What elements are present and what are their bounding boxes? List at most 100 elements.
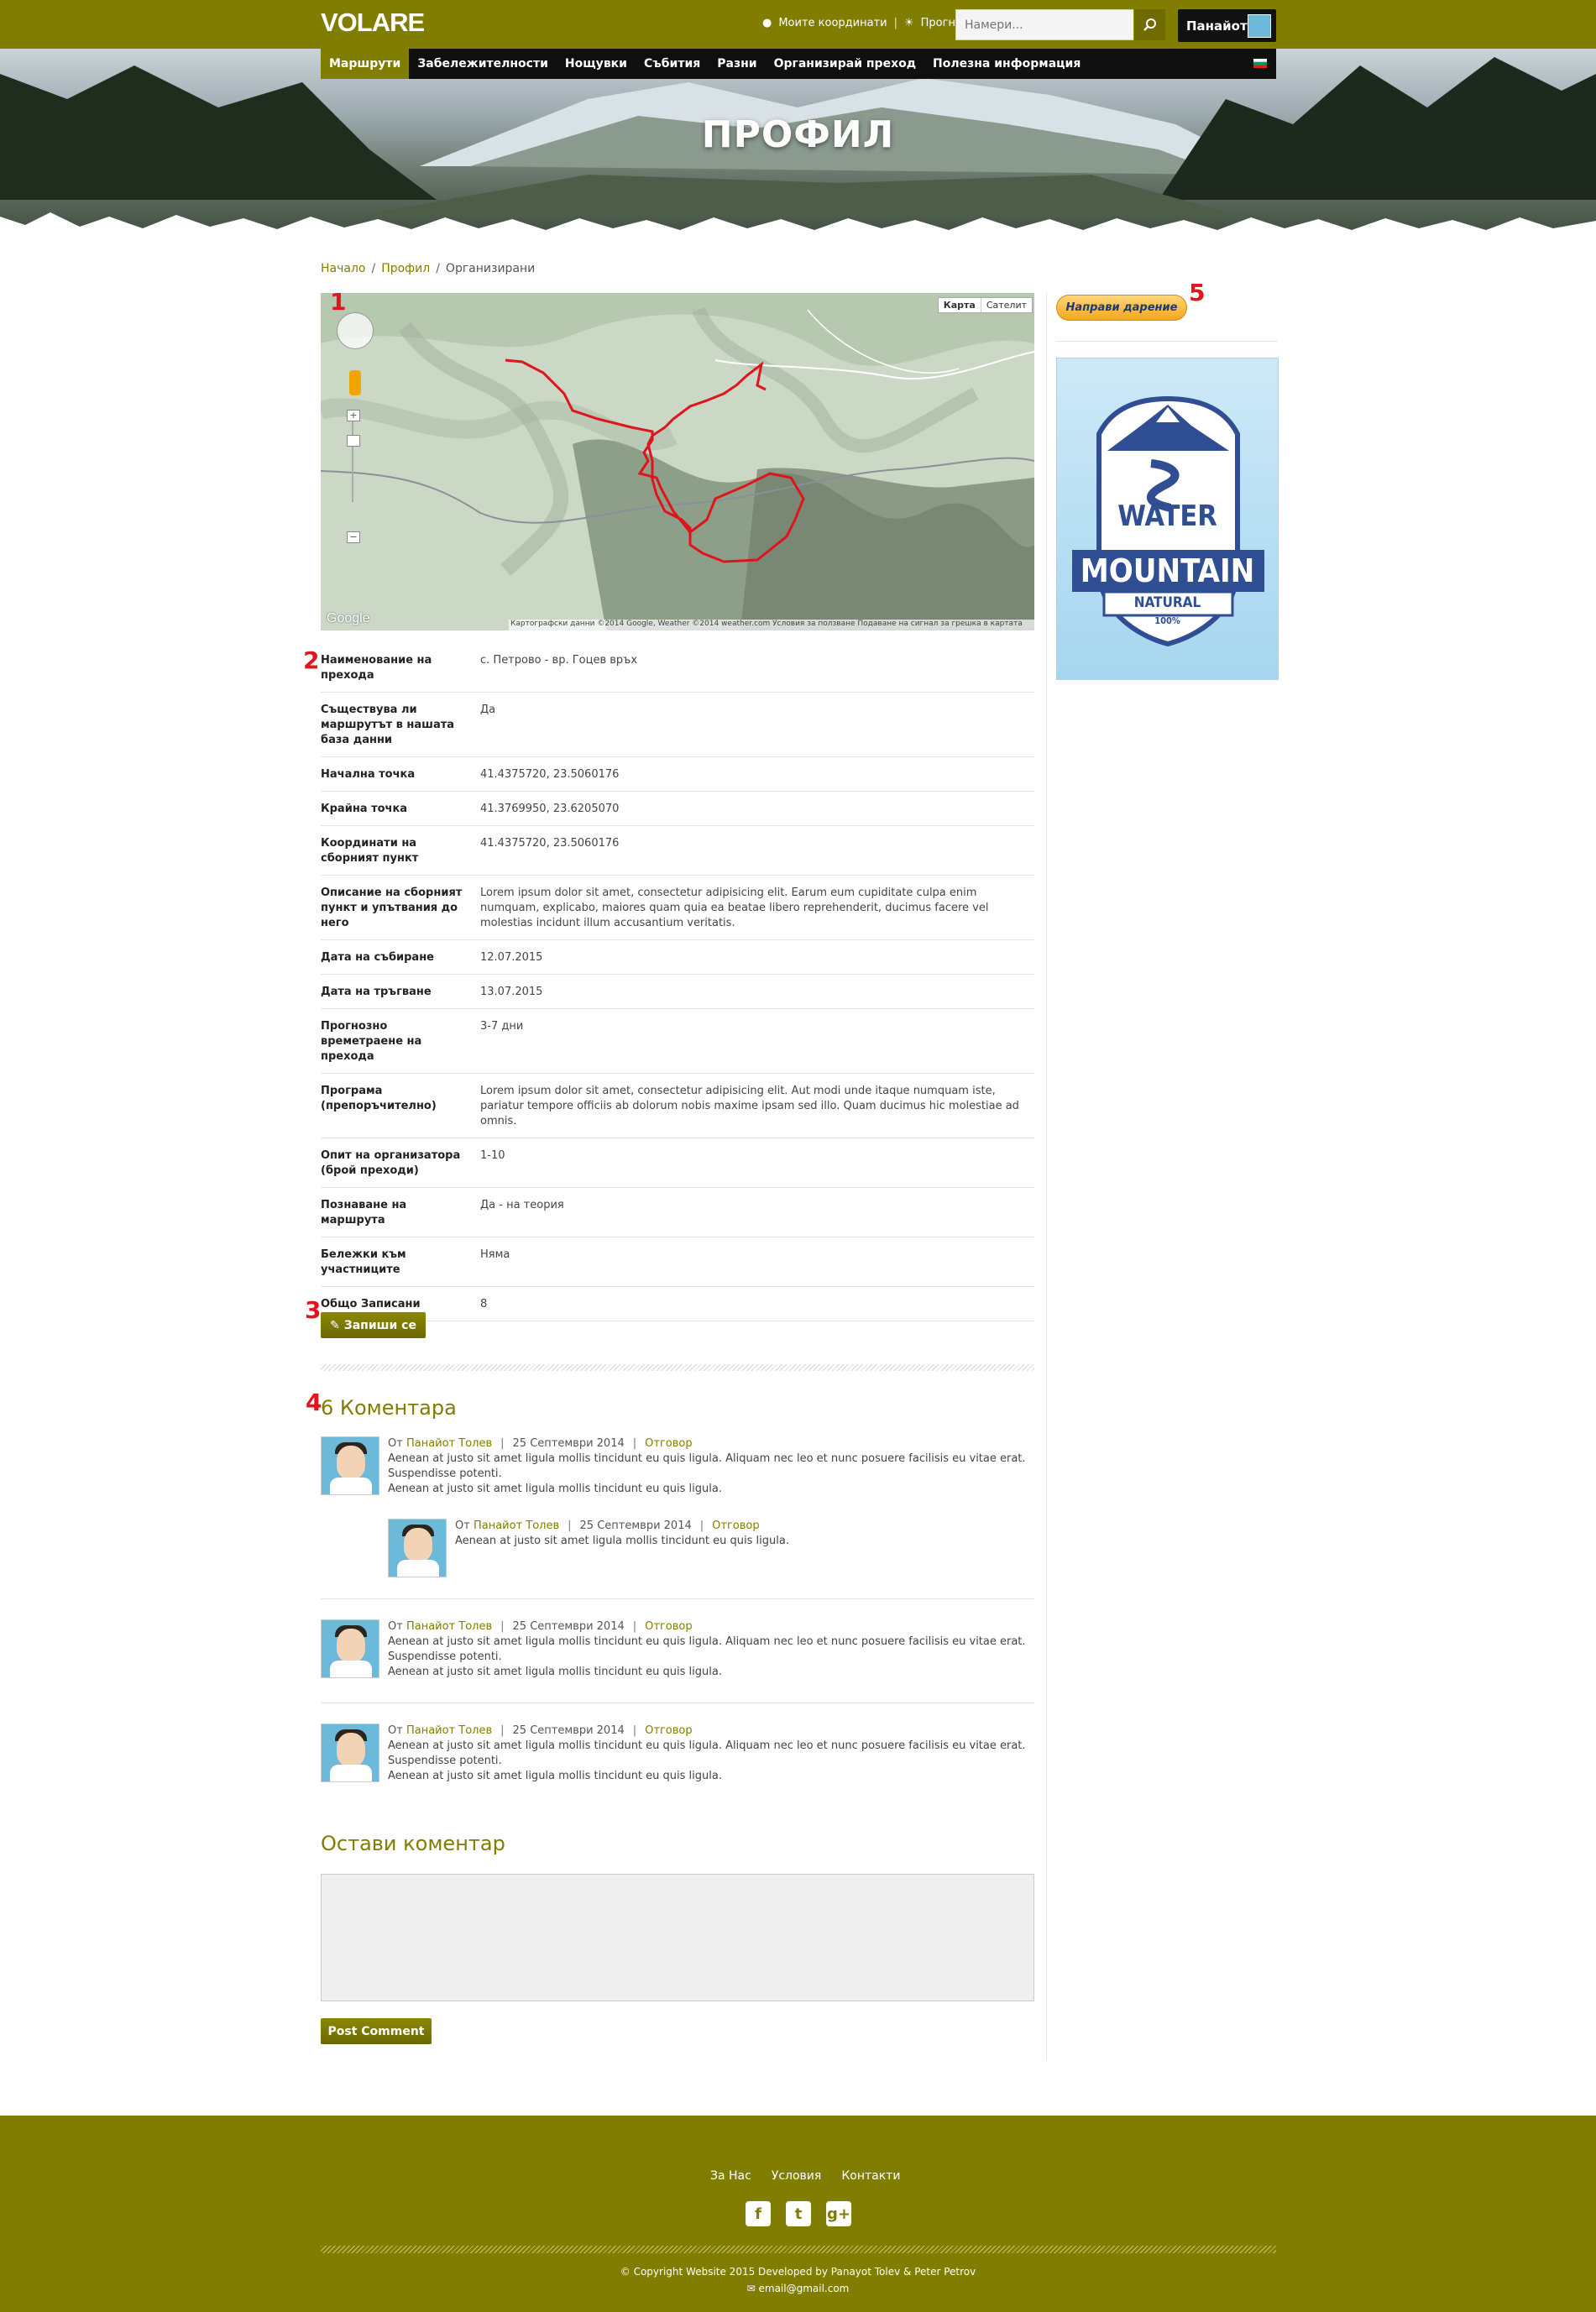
footer-link-about[interactable]: За Нас bbox=[710, 2169, 751, 2183]
comment-date: 25 Септември 2014 bbox=[512, 1437, 625, 1450]
nav-item-organize-trip[interactable]: Организирай преход bbox=[766, 49, 924, 79]
street-view-pegman-icon[interactable] bbox=[349, 370, 361, 395]
map-pan-control[interactable] bbox=[337, 312, 374, 349]
comment-author-link[interactable]: Панайот Толев bbox=[406, 1620, 492, 1633]
detail-label: Общо Записани bbox=[321, 1298, 421, 1310]
search-input[interactable] bbox=[956, 10, 1133, 39]
avatar bbox=[321, 1619, 379, 1678]
bulgarian-flag-icon[interactable] bbox=[1253, 59, 1267, 68]
avatar bbox=[321, 1724, 379, 1782]
detail-label: Начална точка bbox=[321, 768, 416, 781]
nav-item-misc[interactable]: Разни bbox=[709, 49, 765, 79]
comment-text: Aenean at justo sit amet ligula mollis t… bbox=[388, 1483, 722, 1495]
comment-author-link[interactable]: Панайот Толев bbox=[406, 1724, 492, 1737]
donate-button[interactable]: Направи дарение bbox=[1056, 295, 1187, 321]
facebook-icon[interactable]: f bbox=[746, 2201, 771, 2226]
breadcrumb-profile[interactable]: Профил bbox=[381, 262, 430, 275]
detail-value: 41.4375720, 23.5060176 bbox=[480, 768, 620, 781]
ad-text-percent: 100% bbox=[1154, 615, 1180, 626]
detail-row: Описание на сборният пункт и упътвания д… bbox=[321, 876, 1034, 940]
comment-by: От bbox=[455, 1520, 470, 1532]
post-comment-button[interactable]: Post Comment bbox=[321, 2018, 432, 2044]
comment-reply-link[interactable]: Отговор bbox=[645, 1724, 692, 1737]
footer-link-terms[interactable]: Условия bbox=[772, 2169, 822, 2183]
detail-value: 8 bbox=[480, 1298, 488, 1310]
nav-item-routes[interactable]: Маршрути bbox=[321, 49, 410, 79]
ad-text-natural: NATURAL bbox=[1133, 594, 1201, 611]
google-logo[interactable]: Google bbox=[327, 611, 370, 626]
ad-text-water: WATER bbox=[1117, 500, 1217, 533]
map-type-map[interactable]: Карта bbox=[939, 298, 981, 312]
detail-label: Опит на организатора (брой преходи) bbox=[321, 1149, 461, 1177]
breadcrumb-home[interactable]: Начало bbox=[321, 262, 365, 275]
user-menu[interactable]: Панайот bbox=[1178, 9, 1276, 42]
detail-value: Lorem ipsum dolor sit amet, consectetur … bbox=[480, 1085, 1019, 1127]
footer-email-link[interactable]: email@gmail.com bbox=[759, 2283, 850, 2294]
nav-item-landmarks[interactable]: Забележителности bbox=[409, 49, 557, 79]
comment: От Панайот Толев | 25 Септември 2014 | Отгов… bbox=[321, 1436, 1034, 1504]
comment-text: Aenean at justo sit amet ligula mollis t… bbox=[388, 1770, 722, 1782]
map-zoom-slider[interactable]: + − bbox=[347, 410, 360, 543]
footer-divider bbox=[321, 2246, 1276, 2253]
detail-label: Крайна точка bbox=[321, 803, 408, 815]
detail-row: Начална точка 41.4375720, 23.5060176 bbox=[321, 757, 1034, 792]
trip-details-list: Наименование на прехода с. Петрово - вр. … bbox=[321, 643, 1034, 1321]
comment-separator: | bbox=[632, 1620, 637, 1633]
detail-row: Крайна точка 41.3769950, 23.6205070 bbox=[321, 792, 1034, 826]
comment-reply-link[interactable]: Отговор bbox=[645, 1437, 692, 1450]
comment-separator: | bbox=[568, 1520, 572, 1532]
detail-row: Програма (препоръчително) Lorem ipsum dol… bbox=[321, 1074, 1034, 1138]
breadcrumb-separator: / bbox=[436, 262, 440, 275]
comment-separator: | bbox=[500, 1724, 505, 1737]
my-coordinates-link[interactable]: Моите координати bbox=[778, 17, 887, 29]
nav-item-lodging[interactable]: Нощувки bbox=[557, 49, 636, 79]
comment-date: 25 Септември 2014 bbox=[512, 1620, 625, 1633]
map-type-satellite[interactable]: Сателит bbox=[981, 298, 1032, 312]
comment-text: Aenean at justo sit amet ligula mollis t… bbox=[455, 1535, 789, 1547]
map-type-switcher: Карта Сателит bbox=[937, 297, 1033, 313]
comment: От Панайот Толев | 25 Септември 2014 | Отгов… bbox=[321, 1724, 1034, 1791]
google-plus-icon[interactable]: g+ bbox=[826, 2201, 851, 2226]
detail-value: 1-10 bbox=[480, 1149, 505, 1162]
footer-links: За Нас Условия Контакти bbox=[710, 2169, 900, 2183]
comment-divider bbox=[321, 1598, 1034, 1599]
detail-value: Да bbox=[480, 704, 496, 716]
nav-item-useful-info[interactable]: Полезна информация bbox=[924, 49, 1089, 79]
pencil-icon: ✎ bbox=[330, 1318, 340, 1332]
breadcrumb: Начало / Профил / Организирани bbox=[321, 262, 535, 275]
detail-row: Бележки към участниците Няма bbox=[321, 1237, 1034, 1287]
comment-reply-link[interactable]: Отговор bbox=[712, 1520, 759, 1532]
terrain-map-image bbox=[321, 293, 1034, 630]
zoom-out-button[interactable]: − bbox=[347, 531, 360, 543]
detail-value: 13.07.2015 bbox=[480, 986, 543, 998]
detail-row: Дата на тръгване 13.07.2015 bbox=[321, 975, 1034, 1009]
comment-separator: | bbox=[699, 1520, 704, 1532]
zoom-in-button[interactable]: + bbox=[347, 410, 360, 421]
detail-label: Прогнозно времетраене на прехода bbox=[321, 1020, 422, 1063]
site-logo[interactable]: VOLARE bbox=[321, 8, 425, 38]
route-map[interactable]: + − Карта Сателит Google Картографски да… bbox=[321, 293, 1034, 630]
footer-link-contacts[interactable]: Контакти bbox=[841, 2169, 900, 2183]
nav-item-events[interactable]: Събития bbox=[636, 49, 709, 79]
top-links: ● Моите координати | ☀ Прогноза bbox=[762, 17, 975, 29]
water-mountain-ad-banner[interactable]: WATER MOUNTAIN NATURAL 100% bbox=[1056, 358, 1279, 680]
comment-author-link[interactable]: Панайот Толев bbox=[474, 1520, 559, 1532]
comment-textarea[interactable] bbox=[321, 1874, 1034, 2001]
comment-separator: | bbox=[500, 1437, 505, 1450]
search-button[interactable] bbox=[1133, 9, 1165, 40]
twitter-icon[interactable]: t bbox=[786, 2201, 811, 2226]
comment-by: От bbox=[388, 1724, 403, 1737]
social-links: f t g+ bbox=[746, 2201, 851, 2226]
detail-value: Да - на теория bbox=[480, 1199, 564, 1211]
zoom-slider-handle[interactable] bbox=[347, 435, 360, 447]
signup-button-label: Запиши се bbox=[343, 1318, 416, 1332]
comment-author-link[interactable]: Панайот Толев bbox=[406, 1437, 492, 1450]
comment-text: Aenean at justo sit amet ligula mollis t… bbox=[388, 1739, 1026, 1767]
detail-value: Няма bbox=[480, 1248, 510, 1261]
signup-button[interactable]: ✎ Запиши се bbox=[321, 1312, 426, 1338]
search-icon bbox=[1143, 18, 1156, 31]
detail-label: Дата на тръгване bbox=[321, 986, 432, 998]
avatar bbox=[388, 1519, 447, 1577]
comment-reply-link[interactable]: Отговор bbox=[645, 1620, 692, 1633]
detail-value: 41.4375720, 23.5060176 bbox=[480, 837, 620, 850]
